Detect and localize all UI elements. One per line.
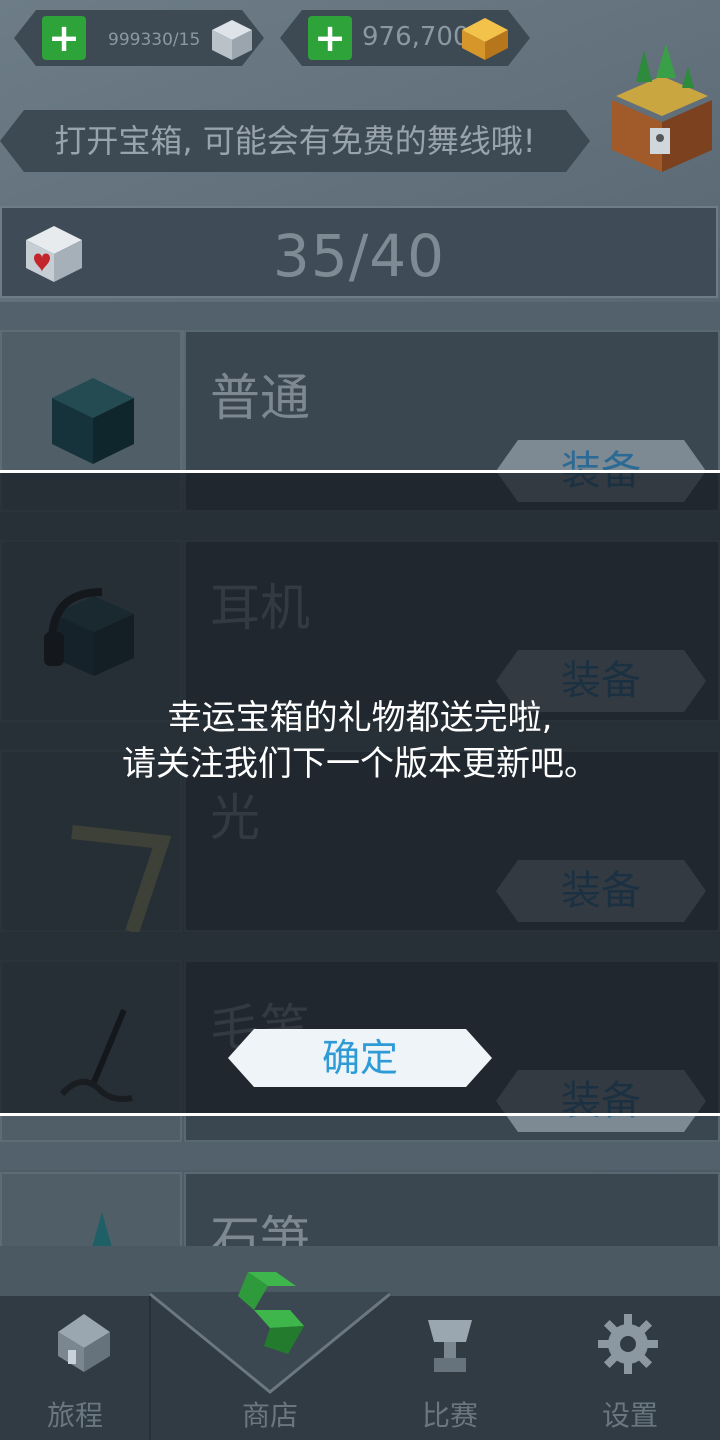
tab-competition[interactable]: 比赛 <box>360 1296 540 1440</box>
treasure-chest-icon[interactable] <box>606 42 718 174</box>
shop-icon <box>238 1272 304 1354</box>
tab-label: 商店 <box>241 1399 298 1432</box>
collection-count: 35/40 <box>272 222 446 290</box>
add-coins-plus-icon[interactable]: + <box>308 16 352 60</box>
tab-shop[interactable]: 商店 <box>180 1272 360 1440</box>
dialog-message: 幸运宝箱的礼物都送完啦, 请关注我们下一个版本更新吧。 <box>0 695 720 787</box>
bottom-nav: 旅程 商店 比赛 设置 <box>0 1246 720 1440</box>
dark-cube-icon <box>52 378 134 464</box>
coin-currency-bar[interactable]: + 976,700 <box>280 10 530 66</box>
confirm-button[interactable]: 确定 <box>228 1029 492 1087</box>
skin-name: 普通 <box>210 369 310 427</box>
tab-label: 旅程 <box>46 1399 103 1432</box>
cube-currency-value: 999330/15 <box>108 30 201 50</box>
tab-label: 设置 <box>601 1399 658 1432</box>
skin-name: 石笋 <box>210 1211 310 1252</box>
tab-journey[interactable]: 旅程 <box>0 1296 150 1440</box>
tab-label: 比赛 <box>421 1399 478 1432</box>
skin-thumbnail <box>0 1172 182 1252</box>
divider <box>0 1142 720 1170</box>
dialog-message-line1: 幸运宝箱的礼物都送完啦, <box>167 698 553 738</box>
gold-cube-icon <box>460 16 510 62</box>
house-icon <box>58 1314 110 1372</box>
collection-counter: 35/40 <box>0 206 718 298</box>
white-cube-icon <box>210 18 254 62</box>
gear-icon <box>598 1314 658 1374</box>
chest-hint-banner: 打开宝箱, 可能会有免费的舞线哦! <box>0 110 590 172</box>
trophy-icon <box>428 1320 472 1372</box>
cube-currency-bar[interactable]: + 999330/15 <box>14 10 264 66</box>
dialog-message-line2: 请关注我们下一个版本更新吧。 <box>122 744 598 784</box>
coin-currency-value: 976,700 <box>362 22 470 52</box>
tab-settings[interactable]: 设置 <box>540 1296 720 1440</box>
gift-exhausted-dialog: 幸运宝箱的礼物都送完啦, 请关注我们下一个版本更新吧。 确定 <box>0 470 720 1116</box>
add-cubes-plus-icon[interactable]: + <box>42 16 86 60</box>
divider <box>0 302 720 330</box>
skin-item-stalagmite[interactable]: 石笋 <box>0 1172 720 1252</box>
